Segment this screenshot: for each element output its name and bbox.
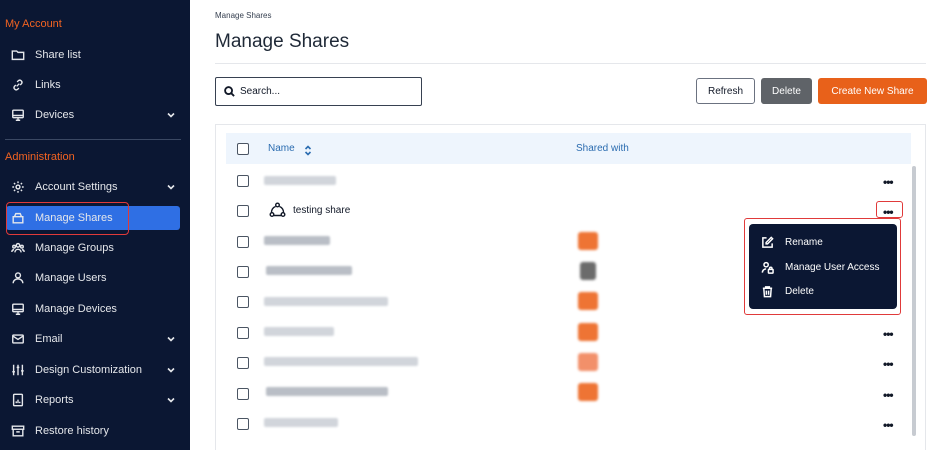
create-new-share-button[interactable]: Create New Share [818, 78, 927, 104]
chevron-down-icon [166, 182, 176, 192]
search-icon [224, 86, 235, 97]
row-checkbox[interactable] [237, 266, 249, 278]
folder-icon [11, 48, 25, 62]
redacted-name [264, 327, 334, 336]
row-actions-icon[interactable]: ••• [883, 389, 894, 401]
redacted-name [264, 236, 330, 245]
group-icon [11, 241, 25, 255]
row-checkbox[interactable] [237, 357, 249, 369]
edit-icon [762, 235, 774, 248]
row-actions-icon[interactable]: ••• [883, 328, 894, 340]
sidebar-item-label: Reports [35, 394, 74, 406]
redacted-name [264, 357, 418, 366]
sidebar-item-account-settings[interactable]: Account Settings [0, 175, 190, 199]
monitor-icon [11, 108, 25, 122]
sidebar-item-label: Manage Users [35, 272, 107, 284]
sidebar-item-label: Share list [35, 49, 81, 61]
scrollbar[interactable] [912, 166, 916, 436]
sidebar-item-label: Links [35, 79, 61, 91]
sidebar-item-label: Restore history [35, 425, 109, 437]
redacted-name [266, 387, 388, 396]
row-checkbox[interactable] [237, 175, 249, 187]
menu-item-label: Rename [785, 236, 823, 248]
report-icon [11, 393, 25, 407]
avatar [578, 292, 598, 310]
sidebar-item-label: Manage Groups [35, 242, 114, 254]
chevron-down-icon [166, 334, 176, 344]
highlight-outline [6, 202, 129, 235]
refresh-button[interactable]: Refresh [696, 78, 755, 104]
sliders-icon [11, 363, 25, 377]
column-header-name[interactable]: Name [268, 143, 295, 154]
avatar [580, 262, 596, 280]
avatar [578, 383, 598, 401]
link-icon [11, 78, 25, 92]
sidebar-item-links[interactable]: Links [0, 73, 190, 97]
sidebar-item-label: Account Settings [35, 181, 118, 193]
monitor-icon [11, 302, 25, 316]
row-checkbox[interactable] [237, 388, 249, 400]
menu-item-manage-user-access[interactable]: Manage User Access [761, 259, 880, 275]
row-actions-icon[interactable]: ••• [883, 419, 894, 431]
sidebar-item-manage-groups[interactable]: Manage Groups [0, 236, 190, 260]
redacted-name [264, 297, 388, 306]
delete-button[interactable]: Delete [761, 78, 812, 104]
row-checkbox[interactable] [237, 236, 249, 248]
trash-icon [762, 285, 773, 297]
row-checkbox[interactable] [237, 205, 249, 217]
row-name[interactable]: testing share [293, 205, 350, 216]
row-actions-icon[interactable]: ••• [883, 176, 894, 188]
sidebar-divider [5, 139, 181, 140]
sidebar-item-label: Email [35, 333, 63, 345]
sidebar-item-restore-history[interactable]: Restore history [0, 419, 190, 443]
chevron-down-icon [166, 395, 176, 405]
avatar [578, 323, 598, 341]
redacted-name [264, 176, 336, 185]
breadcrumb[interactable]: Manage Shares [215, 11, 271, 20]
sidebar-item-design-customization[interactable]: Design Customization [0, 358, 190, 382]
menu-item-label: Manage User Access [785, 261, 880, 273]
search-box[interactable] [215, 77, 422, 106]
shared-folder-icon [269, 202, 286, 218]
page-title: Manage Shares [215, 31, 350, 52]
menu-item-delete[interactable]: Delete [761, 283, 814, 299]
highlight-outline [876, 201, 903, 218]
sidebar-item-devices[interactable]: Devices [0, 103, 190, 127]
chevron-down-icon [166, 110, 176, 120]
redacted-name [264, 418, 338, 427]
search-input[interactable] [240, 86, 410, 97]
row-checkbox[interactable] [237, 418, 249, 430]
sidebar-item-manage-devices[interactable]: Manage Devices [0, 297, 190, 321]
redacted-name [266, 266, 352, 275]
mail-icon [11, 332, 25, 346]
row-checkbox[interactable] [237, 296, 249, 308]
row-checkbox[interactable] [237, 327, 249, 339]
sidebar-item-label: Manage Devices [35, 303, 117, 315]
sidebar-item-manage-users[interactable]: Manage Users [0, 266, 190, 290]
sidebar-item-reports[interactable]: Reports [0, 388, 190, 412]
section-title-my-account: My Account [5, 18, 62, 30]
column-header-shared-with: Shared with [576, 143, 629, 154]
sidebar-item-label: Design Customization [35, 364, 142, 376]
avatar [578, 353, 598, 371]
menu-item-label: Delete [785, 285, 814, 297]
menu-item-rename[interactable]: Rename [761, 234, 823, 250]
sidebar-item-share-list[interactable]: Share list [0, 43, 190, 67]
header-divider [215, 63, 926, 64]
user-lock-icon [761, 261, 774, 274]
section-title-administration: Administration [5, 151, 75, 163]
gear-icon [11, 180, 25, 194]
avatar [578, 232, 598, 250]
chevron-down-icon [166, 365, 176, 375]
table-header [226, 133, 911, 164]
archive-icon [11, 424, 25, 438]
select-all-checkbox[interactable] [237, 143, 249, 155]
users-icon [11, 271, 25, 285]
sort-icon[interactable] [304, 143, 312, 156]
sidebar-item-label: Devices [35, 109, 75, 121]
sidebar-item-email[interactable]: Email [0, 327, 190, 351]
row-actions-icon[interactable]: ••• [883, 358, 894, 370]
